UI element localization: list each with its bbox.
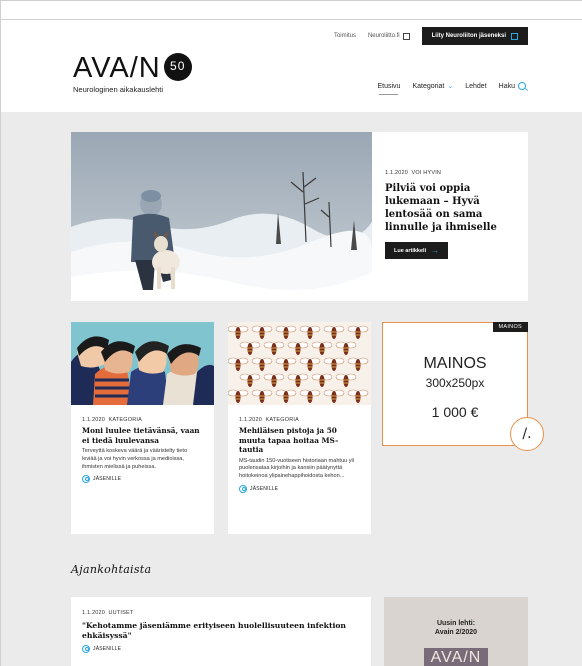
nav-home[interactable]: Etusivu (377, 82, 401, 95)
top-divider (0, 19, 582, 20)
card-title[interactable]: Moni luulee tietävänsä, vaan ei tiedä lu… (82, 426, 203, 445)
logo-name: AVA/N (73, 52, 161, 84)
main-nav: Etusivu Kategoriat ⌄ Lehdet Haku (377, 82, 526, 95)
magazine-issue: Avain 2/2020 (434, 629, 478, 636)
person-icon (239, 484, 247, 493)
hero-meta: 1.1.2020 VOI HYVIN (385, 170, 520, 176)
card-title[interactable]: Mehiläisen pistoja ja 50 muuta tapaa hoi… (239, 426, 360, 455)
read-article-button[interactable]: Lue artikkeli → (385, 242, 449, 259)
hero-category: VOI HYVIN (411, 170, 442, 176)
nav-search[interactable]: Haku (499, 82, 526, 90)
members-only-label: JÄSENILLE (93, 645, 122, 652)
section-heading: Ajankohtaista (71, 563, 152, 576)
annotation-marker: /. (510, 417, 544, 451)
external-link-icon (511, 32, 518, 40)
anniversary-badge: 50 (163, 52, 192, 81)
utility-bar: Toimitus Neuroliitto.fi Liity Neuroliito… (334, 27, 528, 45)
card-description: Terveyttä koskeva väärä ja vääristelty t… (82, 448, 188, 470)
nav-categories-label: Kategoriat (412, 82, 445, 90)
hero-title[interactable]: Pilviä voi oppia lukemaan – Hyvä lentosä… (385, 182, 520, 234)
editorial-link[interactable]: Toimitus (334, 33, 356, 39)
ad-tag: MAINOS (492, 322, 528, 332)
members-only-tag: JÄSENILLE (82, 644, 360, 653)
nav-magazines-label: Lehdet (465, 82, 487, 90)
news-title[interactable]: "Kehotamme jäseniämme erityiseen huolell… (82, 621, 360, 641)
card-date: 1.1.2020 (239, 417, 263, 423)
card-body: 1.1.2020 KATEGORIA Mehiläisen pistoja ja… (228, 405, 371, 493)
magazine-cover: AVA/N (424, 648, 488, 666)
search-icon (518, 82, 526, 90)
card-image (71, 322, 214, 405)
members-only-tag: JÄSENILLE (239, 484, 360, 493)
magazine-title: Uusin lehti: (436, 620, 476, 627)
editorial-link-label: Toimitus (333, 33, 356, 39)
arrow-right-icon: → (431, 246, 440, 255)
nav-magazines[interactable]: Lehdet (465, 82, 486, 90)
members-only-label: JÄSENILLE (250, 485, 279, 492)
hero-image (71, 132, 372, 301)
news-card[interactable]: 1.1.2020 UUTISET "Kehotamme jäseniämme e… (71, 597, 371, 666)
nav-categories[interactable]: Kategoriat ⌄ (412, 82, 454, 91)
chevron-down-icon: ⌄ (447, 83, 454, 90)
members-only-label: JÄSENILLE (93, 476, 122, 483)
logo-wordmark: AVA/N 50 (73, 52, 192, 84)
read-article-label: Lue artikkeli (394, 247, 427, 254)
site-logo[interactable]: AVA/N 50 Neurologinen aikakauslehti (73, 52, 192, 94)
news-category: UUTISET (108, 610, 134, 616)
nav-search-label: Haku (498, 82, 515, 90)
ad-price: 1 000 € (431, 404, 479, 420)
article-card[interactable]: 1.1.2020 KATEGORIA Mehiläisen pistoja ja… (228, 322, 371, 534)
external-link-icon (402, 32, 410, 40)
card-meta: 1.1.2020 KATEGORIA (239, 417, 360, 423)
hero-text: 1.1.2020 VOI HYVIN Pilviä voi oppia luke… (385, 170, 520, 259)
ad-title: MAINOS (423, 355, 487, 372)
neuroliitto-link-label: Neuroliitto.fi (367, 33, 400, 39)
person-icon (82, 475, 90, 484)
news-meta: 1.1.2020 UUTISET (82, 610, 360, 616)
article-card[interactable]: 1.1.2020 KATEGORIA Moni luulee tietäväns… (71, 322, 214, 534)
card-category: KATEGORIA (108, 417, 142, 423)
hero-article[interactable]: 1.1.2020 VOI HYVIN Pilviä voi oppia luke… (71, 132, 528, 301)
card-meta: 1.1.2020 KATEGORIA (82, 417, 203, 423)
nav-home-label: Etusivu (377, 82, 401, 90)
card-date: 1.1.2020 (82, 417, 106, 423)
magazine-heading: Uusin lehti: Avain 2/2020 (384, 619, 528, 637)
latest-magazine[interactable]: Uusin lehti: Avain 2/2020 AVA/N (384, 597, 528, 666)
card-description: MS-taudin 150-vuotiseen historiaan mahtu… (239, 457, 355, 480)
card-image (228, 322, 371, 405)
news-date: 1.1.2020 (82, 610, 106, 616)
advertisement[interactable]: MAINOS MAINOS 300x250px 1 000 € (382, 322, 528, 446)
card-category: KATEGORIA (265, 417, 299, 423)
logo-subtitle: Neurologinen aikakauslehti (73, 85, 164, 94)
card-body: 1.1.2020 KATEGORIA Moni luulee tietäväns… (71, 405, 214, 484)
neuroliitto-link[interactable]: Neuroliitto.fi (367, 32, 410, 40)
hero-date: 1.1.2020 (385, 170, 409, 176)
news-body: 1.1.2020 UUTISET "Kehotamme jäseniämme e… (71, 597, 371, 653)
join-button[interactable]: Liity Neuroliiton jäseneksi (421, 27, 528, 45)
person-icon (82, 644, 90, 653)
join-button-label: Liity Neuroliiton jäseneksi (431, 33, 506, 39)
members-only-tag: JÄSENILLE (82, 475, 203, 484)
ad-size: 300x250px (425, 376, 485, 390)
magazine-cover-text: AVA/N (430, 649, 482, 666)
